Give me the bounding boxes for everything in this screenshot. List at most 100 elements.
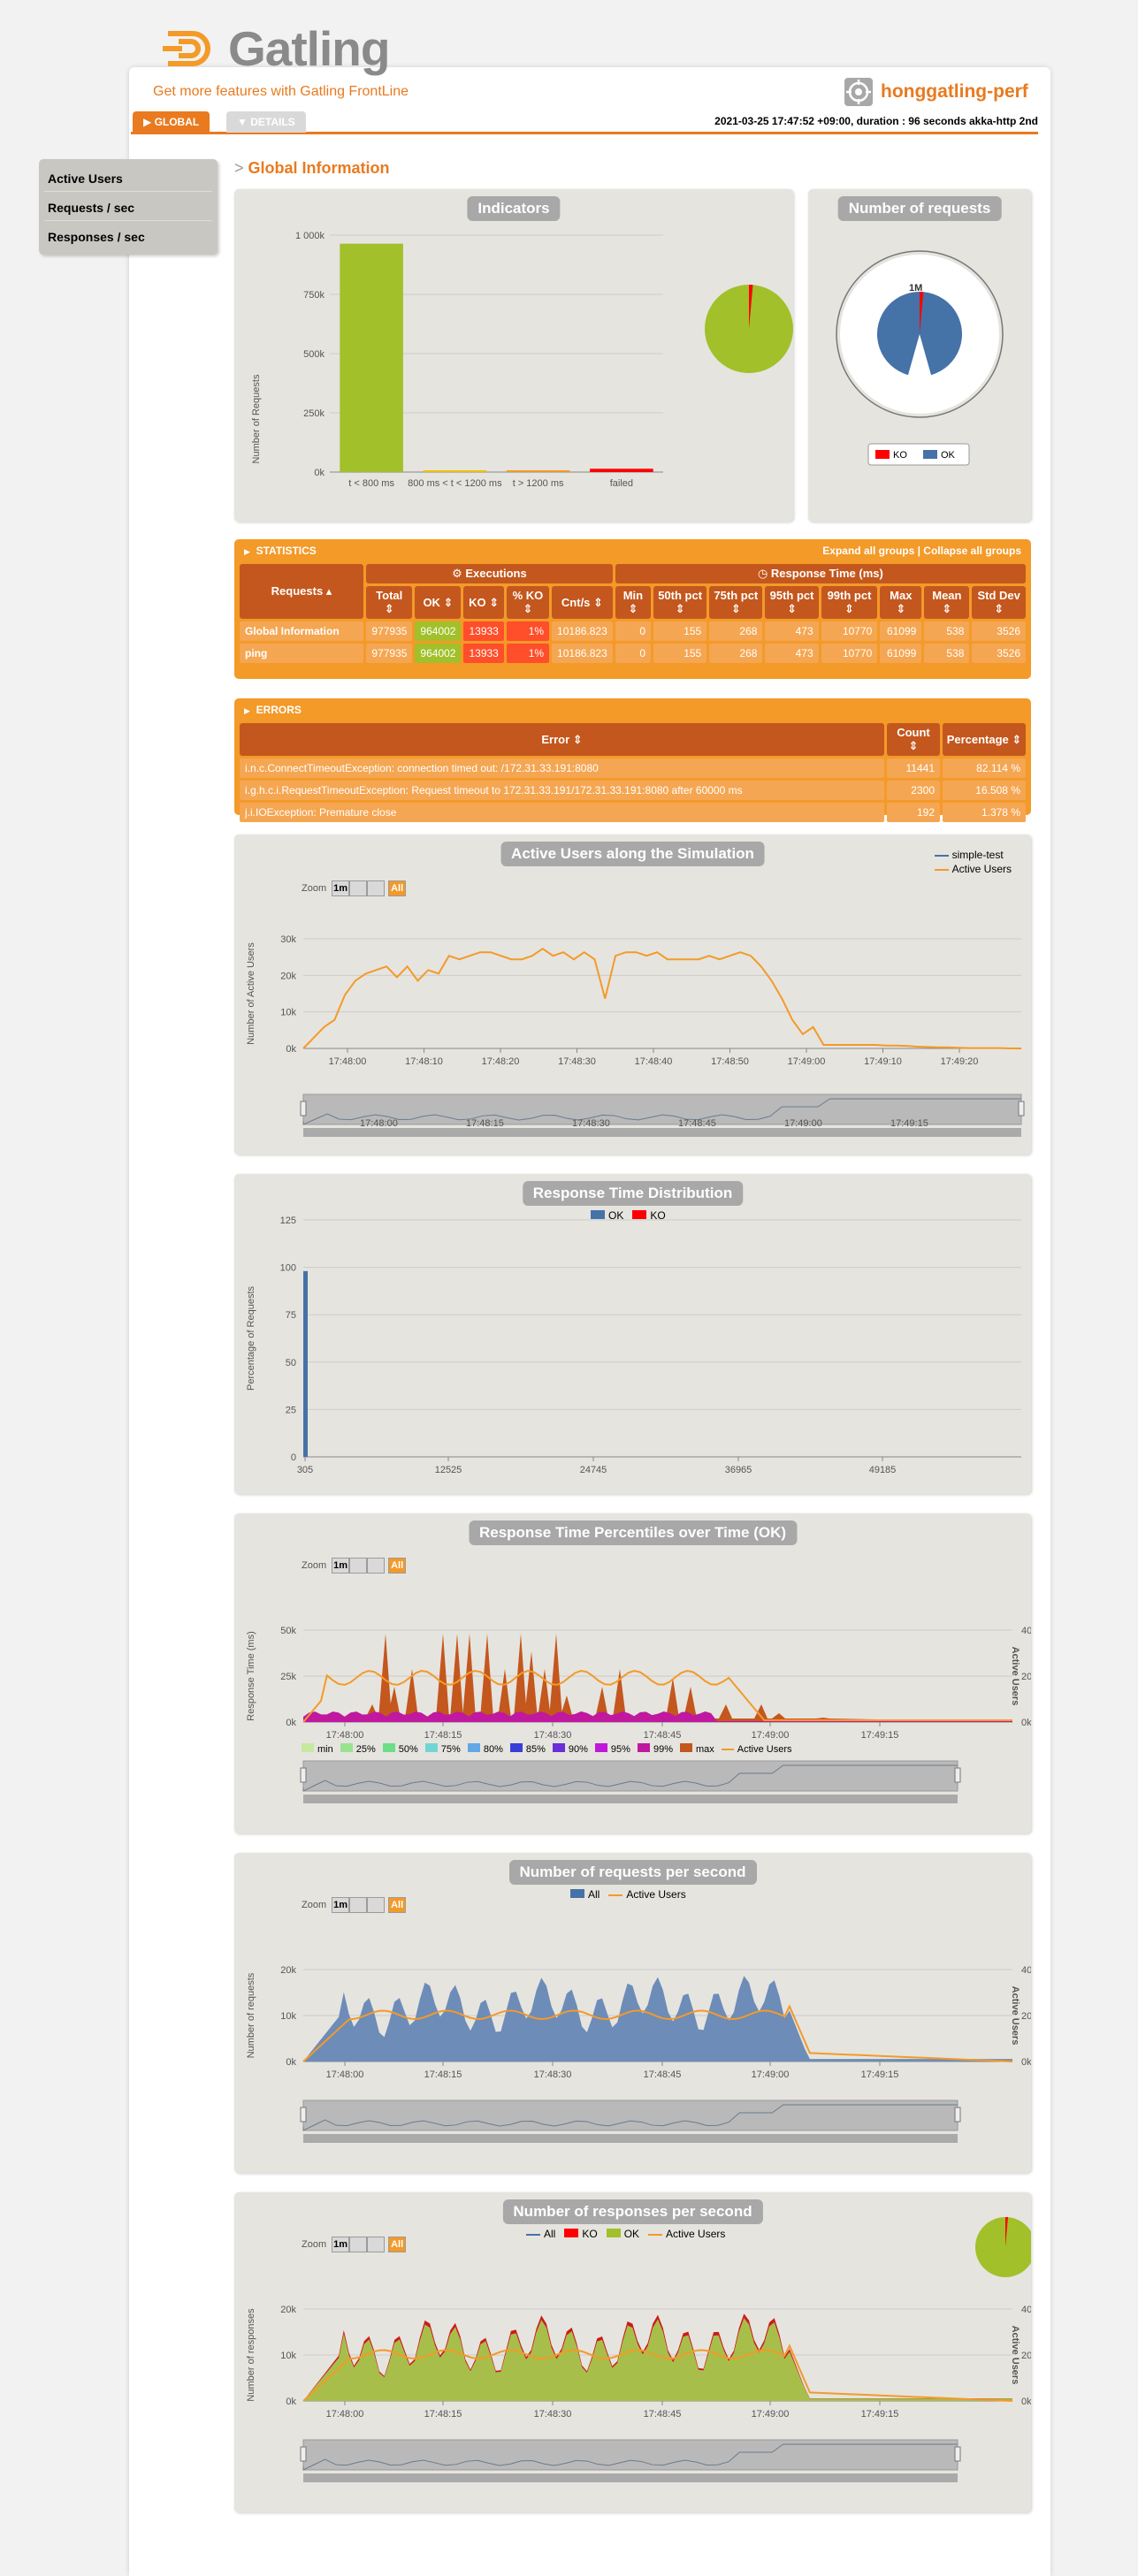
col-6[interactable]: 50th pct ⇕ bbox=[653, 586, 707, 619]
expand-collapse-links[interactable]: Expand all groups | Collapse all groups bbox=[822, 545, 1021, 557]
col-1[interactable]: OK ⇕ bbox=[415, 586, 462, 619]
navigator-handle-left[interactable] bbox=[300, 2107, 307, 2123]
table-cell: 473 bbox=[765, 644, 819, 663]
category-label: t > 1200 ms bbox=[513, 478, 564, 489]
target-icon bbox=[844, 78, 873, 106]
scrollbar[interactable] bbox=[303, 2134, 958, 2143]
col-percentage[interactable]: Percentage ⇕ bbox=[943, 723, 1026, 756]
navigator-tick: 17:48:45 bbox=[678, 1118, 716, 1129]
col-count-label: Count bbox=[897, 726, 930, 739]
table-cell: 3526 bbox=[972, 621, 1026, 641]
table-cell: 13933 bbox=[463, 621, 504, 641]
legend-ok[interactable]: OK bbox=[941, 450, 956, 461]
x-tick: 17:49:00 bbox=[752, 2409, 790, 2420]
col-5[interactable]: Min ⇕ bbox=[615, 586, 651, 619]
x-tick: 17:48:45 bbox=[644, 2069, 682, 2080]
navigator-handle-left[interactable] bbox=[300, 2446, 307, 2462]
col-4[interactable]: Cnt/s ⇕ bbox=[552, 586, 613, 619]
responses-pie-ok[interactable] bbox=[975, 2217, 1031, 2277]
navigator-handle-left[interactable] bbox=[300, 1767, 307, 1783]
y2-axis-label: Active Users bbox=[1010, 1986, 1020, 2046]
table-cell: 1% bbox=[506, 644, 550, 663]
active-users-line[interactable] bbox=[302, 947, 1021, 1049]
col-label: Std Dev bbox=[977, 589, 1020, 602]
navigator-handle-right[interactable] bbox=[954, 2446, 961, 2462]
col-label: 75th pct bbox=[714, 589, 759, 602]
col-label: 99th pct bbox=[827, 589, 872, 602]
y2-tick: 20k bbox=[1021, 2011, 1031, 2022]
x-tick: 17:49:20 bbox=[941, 1056, 979, 1067]
legend-ok-swatch bbox=[923, 450, 937, 459]
col-10[interactable]: Max ⇕ bbox=[880, 586, 922, 619]
indicator-bar[interactable] bbox=[423, 470, 487, 472]
indicator-bar[interactable] bbox=[506, 470, 570, 472]
col-requests[interactable]: Requests ▴ bbox=[240, 564, 363, 619]
scrollbar[interactable] bbox=[303, 1128, 1021, 1137]
indicator-bar[interactable] bbox=[590, 469, 653, 472]
tab-details-label: DETAILS bbox=[250, 116, 295, 128]
table-cell: 82.114 % bbox=[943, 758, 1026, 778]
statistics-header-text[interactable]: STATISTICS bbox=[256, 545, 317, 557]
table-cell: 0 bbox=[615, 621, 651, 641]
col-9[interactable]: 99th pct ⇕ bbox=[821, 586, 878, 619]
gatling-logo: Gatling bbox=[161, 21, 390, 76]
rt-distribution-chart: 125 100 75 50 25 0305 12525 24745 36965 49185 Perc… bbox=[246, 1216, 1021, 1475]
row-name[interactable]: ping bbox=[240, 644, 363, 663]
col-error[interactable]: Error ⇕ bbox=[240, 723, 884, 756]
indicators-chart: Number of Requests 1 000k750k500k250k0k … bbox=[251, 231, 793, 489]
y2-axis-label: Active Users bbox=[1010, 1647, 1020, 1706]
y-axis-label: Percentage of Requests bbox=[246, 1285, 256, 1391]
x-tick: 17:49:15 bbox=[861, 2069, 899, 2080]
navigator-handle-right[interactable] bbox=[954, 1767, 961, 1783]
responses-ok-area[interactable] bbox=[303, 2318, 1012, 2401]
y-tick: 750k bbox=[303, 290, 325, 301]
x-tick: 17:48:30 bbox=[534, 2069, 572, 2080]
table-row: j.i.IOException: Premature close 192 1.378… bbox=[240, 803, 1026, 822]
col-2[interactable]: KO ⇕ bbox=[463, 586, 504, 619]
tab-bar: ▶ GLOBAL ▼ DETAILS 2021-03-25 17:47:52 +… bbox=[131, 111, 1038, 134]
tab-global[interactable]: ▶ GLOBAL bbox=[133, 111, 210, 133]
col-0[interactable]: Total ⇕ bbox=[366, 586, 413, 619]
navigator-tick: 17:49:00 bbox=[784, 1118, 822, 1129]
x-tick: 17:48:00 bbox=[326, 2409, 364, 2420]
y-tick: 125 bbox=[280, 1216, 296, 1226]
table-cell: 192 bbox=[887, 803, 940, 822]
table-cell: 538 bbox=[924, 644, 970, 663]
col-3[interactable]: % KO ⇕ bbox=[506, 586, 550, 619]
row-name[interactable]: Global Information bbox=[240, 621, 363, 641]
menu-item-requests-sec[interactable]: Requests / sec bbox=[44, 192, 212, 221]
col-11[interactable]: Mean ⇕ bbox=[924, 586, 970, 619]
y-tick: 25 bbox=[286, 1405, 296, 1415]
y2-tick: 40k bbox=[1021, 2305, 1031, 2315]
col-label: KO bbox=[469, 595, 486, 609]
col-12[interactable]: Std Dev ⇕ bbox=[972, 586, 1026, 619]
menu-item-responses-sec[interactable]: Responses / sec bbox=[44, 221, 212, 250]
navigator-handle-right[interactable] bbox=[1018, 1101, 1025, 1117]
distribution-bar-ok[interactable] bbox=[303, 1270, 308, 1457]
table-cell: 61099 bbox=[880, 644, 922, 663]
navigator-tick: 17:48:15 bbox=[466, 1118, 504, 1129]
group-executions: ⚙ Executions bbox=[366, 564, 613, 583]
errors-header-text[interactable]: ERRORS bbox=[256, 704, 302, 716]
scrollbar[interactable] bbox=[303, 2473, 958, 2482]
x-tick: 17:48:40 bbox=[635, 1056, 673, 1067]
col-8[interactable]: 95th pct ⇕ bbox=[765, 586, 819, 619]
num-requests-panel: Number of requests 1M KO OK bbox=[808, 189, 1031, 522]
col-7[interactable]: 75th pct ⇕ bbox=[709, 586, 763, 619]
x-tick: 17:49:15 bbox=[861, 1730, 899, 1741]
run-info: 2021-03-25 17:47:52 +09:00, duration : 9… bbox=[714, 115, 1038, 127]
col-count[interactable]: Count ⇕ bbox=[887, 723, 940, 756]
y-tick: 250k bbox=[303, 408, 325, 419]
x-tick: 17:48:15 bbox=[424, 2409, 462, 2420]
errors-header: ▶ ERRORS bbox=[244, 704, 302, 716]
scrollbar[interactable] bbox=[303, 1795, 958, 1803]
frontline-link[interactable]: Get more features with Gatling FrontLine bbox=[153, 84, 409, 100]
indicator-bar[interactable] bbox=[340, 243, 403, 472]
table-cell: 473 bbox=[765, 621, 819, 641]
navigator-handle-right[interactable] bbox=[954, 2107, 961, 2123]
legend-ko[interactable]: KO bbox=[893, 450, 907, 461]
tab-details[interactable]: ▼ DETAILS bbox=[226, 111, 306, 133]
navigator-handle-left[interactable] bbox=[300, 1101, 307, 1117]
simulation-box: honggatling-perf bbox=[836, 71, 1043, 113]
menu-item-active-users[interactable]: Active Users bbox=[44, 163, 212, 192]
